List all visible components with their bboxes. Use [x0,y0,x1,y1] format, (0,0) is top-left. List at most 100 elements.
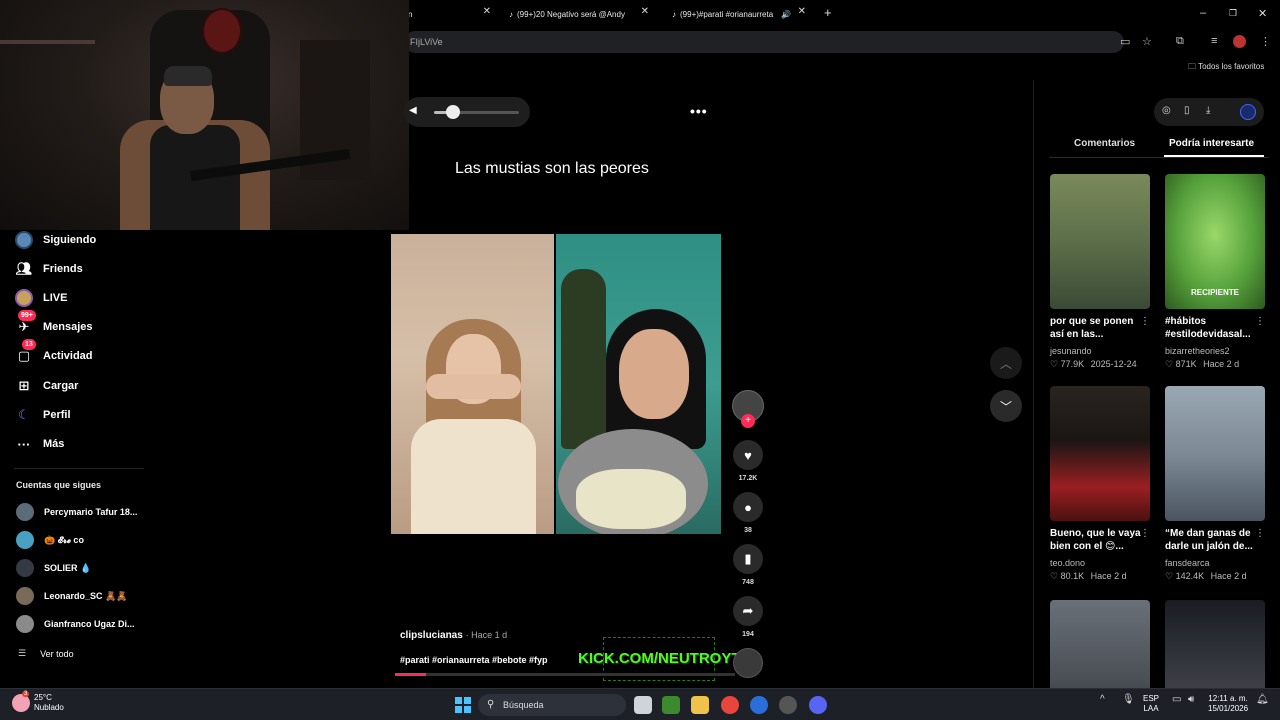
cast-icon[interactable]: ▭ [1120,35,1130,48]
chevron-up-icon[interactable]: ^ [1100,694,1105,705]
tab-3[interactable]: ♪ (99+)#parati #orianaurreta 🔊 ✕ [672,6,808,22]
volume-control[interactable]: ◀︎ [404,97,530,127]
discord-icon[interactable] [809,696,827,714]
sidebar-item-siguiendo[interactable]: Siguiendo [14,230,96,250]
video-thumbnail[interactable] [1050,386,1150,521]
minecraft-icon[interactable] [662,696,680,714]
video-thumbnail[interactable] [1165,386,1265,521]
task-view-icon[interactable] [634,696,652,714]
start-button[interactable] [455,697,471,713]
following-account[interactable]: SOLIER 💧 [16,559,91,577]
tab-comments[interactable]: Comentarios [1074,138,1135,149]
related-video-card[interactable]: “Me dan ganas de darle un jalón de... ⋮ … [1165,386,1265,582]
minimize-icon[interactable]: – [1200,7,1206,19]
sidebar-item-actividad[interactable]: ▢ 13 Actividad [14,339,93,366]
weather-widget[interactable]: 3 25°C Nublado [12,691,64,713]
share-icon[interactable]: ➦ [733,596,763,626]
card-author[interactable]: teo.dono [1050,558,1150,568]
close-window-icon[interactable]: ✕ [1258,7,1267,20]
language-indicator[interactable]: ESP LAA [1143,694,1159,714]
menu-kebab-icon[interactable]: ⋮ [1260,35,1271,48]
download-icon[interactable]: ⤓ [1206,105,1210,116]
video-player[interactable] [391,234,721,534]
network-icon[interactable]: ▭ [1172,694,1181,705]
video-progress-fill [395,673,426,676]
profile-avatar-icon[interactable] [1233,35,1246,48]
previous-video-button[interactable]: ︿ [990,347,1022,379]
follow-plus-icon[interactable]: + [741,414,755,428]
sidebar-item-perfil[interactable]: ☾ Perfil [14,405,71,425]
kebab-icon[interactable]: ⋮ [1140,316,1150,327]
volume-icon[interactable]: 🔊︎ [1188,694,1194,705]
tab-1[interactable]: n ✕ [408,6,493,22]
bookmarks-folder[interactable]: 🗀 Todos los favoritos [1188,61,1264,75]
profile-icon[interactable] [1240,104,1256,120]
related-video-card[interactable]: RECIPIENTE #hábitos #estilodevidasal... … [1165,174,1265,370]
next-video-button[interactable]: ﹀ [990,390,1022,422]
close-icon[interactable]: ✕ [798,6,806,17]
related-video-card[interactable]: por que se ponen así en las... ⋮ jesunan… [1050,174,1150,370]
comment-icon[interactable]: ● [733,492,763,522]
clock[interactable]: 12:11 a. m. 15/01/2026 [1208,694,1248,714]
sidebar-item-label: Perfil [43,409,71,421]
tab-2-label: (99+)20 Negativo será @Andy [517,9,625,19]
kebab-icon[interactable]: ⋮ [1255,528,1265,539]
share-action[interactable]: ➦ 194 [733,596,763,638]
extensions-icon[interactable]: ⧉ [1176,35,1184,48]
notifications-icon[interactable]: 🔔︎ [1256,694,1269,705]
video-thumbnail[interactable] [1050,600,1150,688]
clock-date: 15/01/2026 [1208,704,1249,713]
speaker-icon[interactable]: ◀︎ [409,105,417,116]
card-author[interactable]: bizarretheories2 [1165,346,1265,356]
related-video-card[interactable]: Bueno, que le vaya bien con el 😊... ⋮ te… [1050,386,1150,582]
new-tab-button[interactable]: + [824,5,832,20]
audio-icon[interactable]: 🔊 [781,10,791,19]
sidebar-item-live[interactable]: LIVE [14,288,67,308]
video-thumbnail[interactable]: RECIPIENTE [1165,174,1265,309]
following-account[interactable]: Gianfranco Ugaz Di... [16,615,135,633]
bookmark-icon[interactable]: ▮ [733,544,763,574]
heart-icon[interactable]: ♥ [733,440,763,470]
more-options-button[interactable]: ••• [690,103,708,119]
compass-icon[interactable]: ◎ [1162,105,1171,116]
like-action[interactable]: ♥ 17.2K [733,440,763,482]
author-name[interactable]: clipslucianas [400,630,463,641]
close-icon[interactable]: ✕ [483,6,491,17]
close-icon[interactable]: ✕ [641,6,649,17]
kebab-icon[interactable]: ⋮ [1140,528,1150,539]
following-account[interactable]: Percymario Tafur 18... [16,503,137,521]
phone-icon[interactable]: ▯ [1184,105,1190,116]
tab-related[interactable]: Podría interesarte [1169,138,1254,149]
media-icon[interactable]: ≡ [1211,35,1217,47]
card-author[interactable]: fansdearca [1165,558,1265,568]
url-field[interactable]: FIjLViVe [404,31,1124,53]
microphone-icon[interactable]: 🎙︎ [1122,694,1135,705]
restore-icon[interactable]: ❐ [1229,8,1237,19]
sidebar-item-mensajes[interactable]: ✈︎ 99+ Mensajes [14,310,93,337]
chrome-icon[interactable] [721,696,739,714]
save-action[interactable]: ▮ 748 [733,544,763,586]
related-video-card[interactable] [1165,600,1265,688]
obs-icon[interactable] [779,696,797,714]
video-progress-bar[interactable] [395,673,735,676]
card-author[interactable]: jesunando [1050,346,1150,356]
related-video-card[interactable] [1050,600,1150,688]
star-icon[interactable]: ☆ [1142,35,1152,48]
video-thumbnail[interactable] [1165,600,1265,688]
taskbar-search[interactable]: ⚲ Búsqueda [478,694,626,716]
tab-2[interactable]: ♪ (99+)20 Negativo será @Andy ✕ [509,6,651,22]
following-account[interactable]: 🎃 𝓔𝓻𝓮 co [16,531,84,549]
file-explorer-icon[interactable] [691,696,709,714]
sidebar-item-cargar[interactable]: ⊞ Cargar [14,376,79,396]
sidebar-item-mas[interactable]: ··· Más [14,434,65,454]
tab-divider [1049,157,1269,158]
video-thumbnail[interactable] [1050,174,1150,309]
volume-slider-handle[interactable] [445,105,460,119]
following-account[interactable]: Leonardo_SC 🧸🧸 [16,587,127,605]
comment-action[interactable]: ● 38 [733,492,763,534]
see-all-link[interactable]: ☰ Ver todo [18,648,74,659]
video-hashtags[interactable]: #parati #orianaurreta #bebote #fyp [400,655,548,665]
kebab-icon[interactable]: ⋮ [1255,316,1265,327]
sidebar-item-friends[interactable]: 👥︎ Friends [14,259,83,279]
edge-icon[interactable] [750,696,768,714]
